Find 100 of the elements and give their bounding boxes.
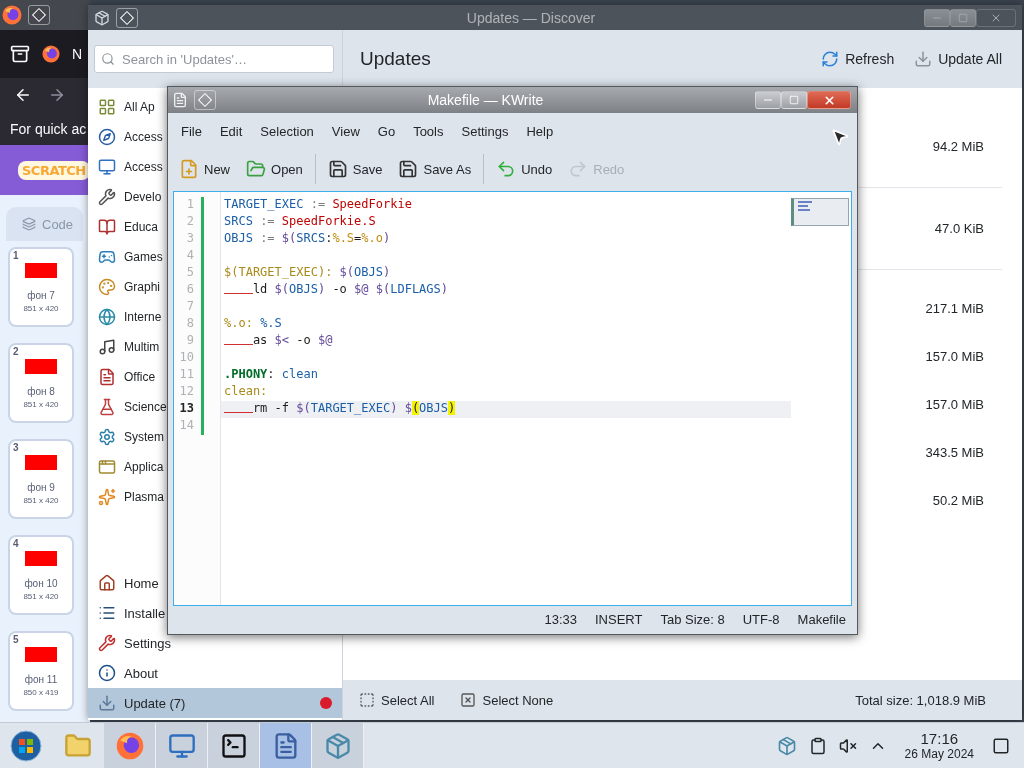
category-item[interactable]: Games — [124, 250, 163, 264]
category-item[interactable]: Applica — [124, 460, 164, 474]
costume-card[interactable]: 5 фон 11 850 x 419 — [8, 631, 74, 711]
text-editor[interactable] — [173, 191, 852, 606]
minimize-button[interactable] — [924, 8, 950, 27]
costume-size: 851 x 420 — [23, 400, 59, 409]
minimap[interactable] — [791, 198, 849, 226]
window-menu-button[interactable] — [116, 7, 138, 28]
category-item[interactable]: Graphi — [124, 280, 161, 294]
forward-icon[interactable] — [48, 86, 66, 104]
maximize-button[interactable] — [781, 91, 807, 109]
package-icon[interactable] — [776, 735, 797, 756]
back-icon[interactable] — [14, 86, 32, 104]
crossed-square-icon — [460, 692, 477, 708]
monitor-icon — [167, 731, 196, 760]
search-field[interactable]: Search in 'Updates'… — [94, 45, 334, 73]
update-all-button[interactable]: Update All — [910, 46, 1006, 72]
nav-item[interactable]: About — [124, 665, 158, 681]
toolbar-button[interactable]: Undo — [490, 155, 559, 183]
window-icon — [98, 458, 116, 476]
category-item[interactable]: Develo — [124, 190, 162, 204]
costume-card[interactable]: 1 фон 7 851 x 420 — [8, 247, 74, 327]
menu-item[interactable]: Tools — [405, 119, 452, 143]
line-number: 1 — [174, 197, 204, 214]
menu-item[interactable]: Selection — [252, 119, 322, 143]
code-line: .PHONY: clean — [223, 367, 319, 383]
tab-overview-icon[interactable] — [10, 44, 30, 64]
select-none-button[interactable]: Select None — [458, 690, 556, 710]
category-item[interactable]: Access — [124, 160, 163, 174]
toolbar-button[interactable]: Save — [321, 155, 389, 183]
toolbar-button[interactable]: Open — [240, 155, 309, 183]
wrench-icon — [98, 634, 116, 652]
sparkles-icon — [98, 488, 116, 506]
show-desktop-icon[interactable] — [992, 736, 1010, 755]
start-orb-icon — [9, 729, 42, 762]
layers-icon — [22, 217, 36, 231]
menu-item[interactable]: File — [173, 119, 210, 143]
tab-title[interactable]: N — [72, 46, 83, 62]
costume-thumbnail — [25, 263, 57, 278]
costume-number: 5 — [13, 634, 19, 645]
category-item[interactable]: Interne — [124, 310, 162, 324]
category-item[interactable]: Multim — [124, 340, 160, 354]
menu-item[interactable]: Help — [518, 119, 562, 143]
nav-item[interactable]: Home — [124, 575, 159, 591]
costume-card[interactable]: 3 фон 9 851 x 420 — [8, 439, 74, 519]
close-button[interactable] — [807, 91, 851, 109]
wrench-icon — [98, 188, 116, 206]
menu-item[interactable]: View — [323, 119, 368, 143]
nav-item[interactable]: Update (7) — [124, 695, 186, 711]
code-line: $(TARGET_EXEC): $(OBJS) — [223, 265, 392, 281]
page-heading: Updates — [360, 48, 432, 70]
status-item[interactable]: Tab Size: 8 — [660, 611, 725, 627]
line-number: 11 — [174, 367, 204, 384]
code-line: clean: — [223, 384, 269, 400]
taskbar-button[interactable] — [208, 722, 260, 768]
menu-item[interactable]: Edit — [211, 119, 251, 143]
notepad-icon — [172, 92, 188, 108]
book-icon — [98, 218, 116, 236]
window-menu-button[interactable] — [28, 5, 50, 25]
menu-item[interactable]: Settings — [453, 119, 517, 143]
costume-card[interactable]: 2 фон 8 851 x 420 — [8, 343, 74, 423]
browser-icon — [42, 45, 60, 63]
maximize-button[interactable] — [950, 8, 976, 27]
category-item[interactable]: All Ap — [124, 100, 155, 114]
toolbar-button[interactable]: New — [173, 155, 236, 183]
close-icon — [822, 93, 836, 107]
gear-icon — [98, 428, 116, 446]
line-number: 4 — [174, 248, 204, 265]
costume-number: 2 — [13, 346, 19, 357]
category-item[interactable]: Office — [124, 370, 156, 384]
window-title: Updates — Discover — [465, 9, 597, 26]
muted-speaker-icon[interactable] — [838, 736, 857, 755]
select-all-button[interactable]: Select All — [357, 690, 437, 710]
window-menu-button[interactable] — [194, 90, 216, 110]
clipboard-icon[interactable] — [808, 736, 827, 755]
category-item[interactable]: System — [124, 430, 164, 444]
nav-item[interactable]: Installe — [124, 605, 166, 621]
menu-item[interactable]: Go — [369, 119, 404, 143]
toolbar-button[interactable]: Save As — [392, 155, 478, 183]
refresh-button[interactable]: Refresh — [817, 46, 899, 72]
status-item[interactable]: Makefile — [797, 611, 846, 627]
costume-name: фон 10 — [24, 578, 58, 589]
costume-card[interactable]: 4 фон 10 851 x 420 — [8, 535, 74, 615]
clock-date[interactable]: 26 May 2024 — [904, 747, 974, 761]
dashed-square-icon — [359, 692, 375, 708]
download-size: 217.1 MiB — [925, 300, 984, 316]
nav-item[interactable]: Settings — [124, 635, 171, 651]
category-item[interactable]: Science — [124, 400, 167, 414]
costume-name: фон 9 — [27, 482, 55, 493]
list-icon — [98, 604, 116, 622]
category-item[interactable]: Access — [124, 130, 163, 144]
download-size: 94.2 MiB — [932, 139, 984, 154]
line-number: 12 — [174, 384, 204, 401]
category-item[interactable]: Educa — [124, 220, 159, 234]
status-item[interactable]: UTF-8 — [742, 611, 780, 627]
category-item[interactable]: Plasma — [124, 490, 164, 504]
info-icon — [98, 664, 116, 682]
line-number: 8 — [174, 316, 204, 333]
status-item[interactable]: INSERT — [594, 611, 643, 627]
clock-time[interactable]: 17:16 — [920, 730, 959, 747]
